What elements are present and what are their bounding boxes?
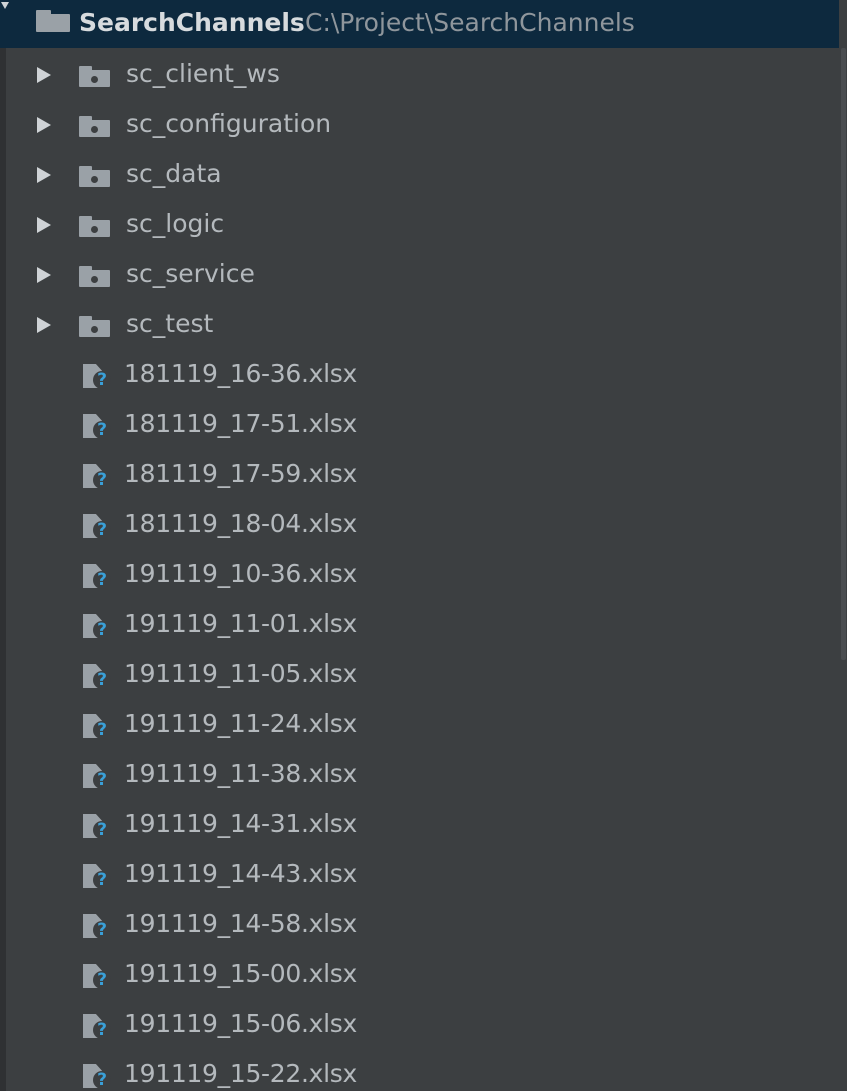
tree-root-row[interactable]: SearchChannels C:\Project\SearchChannels xyxy=(0,0,847,48)
file-label: 191119_11-01.xlsx xyxy=(124,609,357,638)
folder-label: sc_client_ws xyxy=(126,59,280,88)
tree-folder-row[interactable]: sc_configuration xyxy=(0,100,847,150)
unknown-file-icon: ? xyxy=(81,414,113,440)
expand-caret-icon[interactable] xyxy=(1,2,9,9)
unknown-file-icon: ? xyxy=(81,364,113,390)
unknown-file-icon: ? xyxy=(81,764,113,790)
file-label: 191119_14-58.xlsx xyxy=(124,909,357,938)
file-label: 191119_14-43.xlsx xyxy=(124,859,357,888)
folder-label: sc_service xyxy=(126,259,255,288)
unknown-file-icon: ? xyxy=(81,714,113,740)
tree-file-row[interactable]: ? 181119_17-51.xlsx xyxy=(0,400,847,450)
expand-arrow-icon[interactable] xyxy=(37,117,51,133)
unknown-file-icon: ? xyxy=(81,664,113,690)
root-folder-path: C:\Project\SearchChannels xyxy=(305,8,635,37)
file-label: 191119_15-00.xlsx xyxy=(124,959,357,988)
file-label: 191119_10-36.xlsx xyxy=(124,559,357,588)
module-folder-icon xyxy=(79,316,110,337)
tree-file-row[interactable]: ? 191119_10-36.xlsx xyxy=(0,550,847,600)
tree-file-row[interactable]: ? 181119_16-36.xlsx xyxy=(0,350,847,400)
expand-arrow-icon[interactable] xyxy=(37,217,51,233)
tree-file-row[interactable]: ? 191119_15-06.xlsx xyxy=(0,1000,847,1050)
module-folder-icon xyxy=(79,66,110,87)
tree-file-row[interactable]: ? 191119_11-05.xlsx xyxy=(0,650,847,700)
file-label: 181119_17-59.xlsx xyxy=(124,459,357,488)
tree-file-row[interactable]: ? 191119_11-01.xlsx xyxy=(0,600,847,650)
module-folder-icon xyxy=(79,266,110,287)
expand-arrow-icon[interactable] xyxy=(37,267,51,283)
file-label: 181119_18-04.xlsx xyxy=(124,509,357,538)
file-label: 191119_15-22.xlsx xyxy=(124,1059,357,1088)
expand-arrow-icon[interactable] xyxy=(37,167,51,183)
unknown-file-icon: ? xyxy=(81,514,113,540)
file-label: 191119_11-38.xlsx xyxy=(124,759,357,788)
unknown-file-icon: ? xyxy=(81,564,113,590)
tree-folder-row[interactable]: sc_client_ws xyxy=(0,50,847,100)
tree-file-row[interactable]: ? 191119_15-22.xlsx xyxy=(0,1050,847,1091)
tree-file-row[interactable]: ? 191119_14-58.xlsx xyxy=(0,900,847,950)
tree-folder-row[interactable]: sc_data xyxy=(0,150,847,200)
tree-file-row[interactable]: ? 191119_14-31.xlsx xyxy=(0,800,847,850)
scrollbar-thumb[interactable] xyxy=(841,48,846,660)
unknown-file-icon: ? xyxy=(81,614,113,640)
unknown-file-icon: ? xyxy=(81,1064,113,1090)
file-label: 181119_17-51.xlsx xyxy=(124,409,357,438)
file-label: 181119_16-36.xlsx xyxy=(124,359,357,388)
folder-label: sc_data xyxy=(126,159,222,188)
file-label: 191119_11-24.xlsx xyxy=(124,709,357,738)
tree-file-row[interactable]: ? 191119_11-38.xlsx xyxy=(0,750,847,800)
tree-file-row[interactable]: ? 191119_15-00.xlsx xyxy=(0,950,847,1000)
module-folder-icon xyxy=(79,216,110,237)
folder-label: sc_logic xyxy=(126,209,225,238)
vertical-scrollbar[interactable] xyxy=(839,0,847,1091)
unknown-file-icon: ? xyxy=(81,464,113,490)
file-label: 191119_14-31.xlsx xyxy=(124,809,357,838)
folder-label: sc_configuration xyxy=(126,109,332,138)
tree-file-row[interactable]: ? 191119_14-43.xlsx xyxy=(0,850,847,900)
module-folder-icon xyxy=(79,166,110,187)
tree-file-row[interactable]: ? 181119_18-04.xlsx xyxy=(0,500,847,550)
tree-folder-row[interactable]: sc_logic xyxy=(0,200,847,250)
unknown-file-icon: ? xyxy=(81,964,113,990)
module-folder-icon xyxy=(79,116,110,137)
file-label: 191119_15-06.xlsx xyxy=(124,1009,357,1038)
tree-folder-row[interactable]: sc_service xyxy=(0,250,847,300)
tree-folder-row[interactable]: sc_test xyxy=(0,300,847,350)
folder-label: sc_test xyxy=(126,309,214,338)
folder-icon xyxy=(36,10,70,32)
expand-arrow-icon[interactable] xyxy=(37,317,51,333)
root-folder-name: SearchChannels xyxy=(79,8,305,37)
unknown-file-icon: ? xyxy=(81,864,113,890)
unknown-file-icon: ? xyxy=(81,1014,113,1040)
project-tree-panel: SearchChannels C:\Project\SearchChannels… xyxy=(0,0,847,1091)
file-label: 191119_11-05.xlsx xyxy=(124,659,357,688)
expand-arrow-icon[interactable] xyxy=(37,67,51,83)
unknown-file-icon: ? xyxy=(81,814,113,840)
tree-file-row[interactable]: ? 181119_17-59.xlsx xyxy=(0,450,847,500)
tree-file-row[interactable]: ? 191119_11-24.xlsx xyxy=(0,700,847,750)
unknown-file-icon: ? xyxy=(81,914,113,940)
